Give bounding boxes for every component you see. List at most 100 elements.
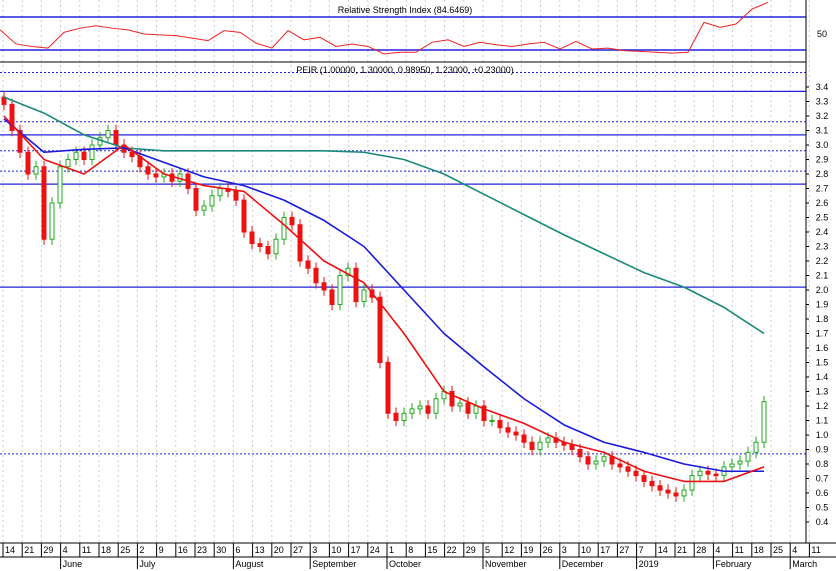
candle-down xyxy=(145,166,151,175)
y-tick-label: 2.4 xyxy=(816,227,829,237)
month-label: July xyxy=(139,559,156,569)
candle-up xyxy=(201,205,207,211)
x-tick-label: 24 xyxy=(370,545,380,555)
price-panel xyxy=(0,72,806,502)
x-tick-label: 25 xyxy=(773,545,783,555)
candle-up xyxy=(361,289,367,303)
candle-down xyxy=(249,231,255,245)
y-tick-label: 1.5 xyxy=(816,358,829,368)
y-tick-label: 1.6 xyxy=(816,343,829,353)
x-tick-label: 29 xyxy=(43,545,53,555)
candle-up xyxy=(753,441,759,453)
candle-down xyxy=(585,456,591,465)
candle-up xyxy=(745,451,751,462)
month-label: September xyxy=(312,559,356,569)
candle-up xyxy=(729,463,735,468)
stock-chart: 14 21 29 4 11 18 25 2 9 16 23 30 6 13 20 27 3 10 17 24 1 8 15 2… xyxy=(0,0,836,571)
candle-up xyxy=(217,188,223,197)
candle-up xyxy=(433,398,439,414)
y-tick-label: 1.9 xyxy=(816,300,829,310)
candle-down xyxy=(129,151,135,158)
y-tick-label: 3.2 xyxy=(816,111,829,121)
month-label: March xyxy=(792,559,817,569)
y-tick-label: 1.4 xyxy=(816,372,829,382)
candle-down xyxy=(321,282,327,291)
y-tick-label: 0.6 xyxy=(816,488,829,498)
x-tick-label: 4 xyxy=(715,545,720,555)
candle-down xyxy=(377,296,383,363)
y-tick-label: 0.7 xyxy=(816,474,829,484)
x-tick-label: 3 xyxy=(562,545,567,555)
x-tick-label: 2 xyxy=(139,545,144,555)
month-label: June xyxy=(63,559,83,569)
month-label: December xyxy=(562,559,604,569)
candle-up xyxy=(73,151,79,160)
x-tick-label: 11 xyxy=(82,545,91,555)
x-tick-label: 15 xyxy=(427,545,437,555)
x-tick-label: 4 xyxy=(63,545,68,555)
candle-down xyxy=(657,485,663,491)
x-tick-label: 8 xyxy=(408,545,413,555)
x-tick-label: 21 xyxy=(24,545,34,555)
x-tick-label: 19 xyxy=(523,545,533,555)
candle-down xyxy=(465,402,471,414)
x-tick-label: 28 xyxy=(696,545,706,555)
x-tick-label: 20 xyxy=(274,545,284,555)
month-label: November xyxy=(485,559,527,569)
candle-down xyxy=(41,166,47,240)
candle-down xyxy=(393,412,399,421)
candle-down xyxy=(289,217,295,226)
x-tick-label: 14 xyxy=(5,545,15,555)
x-tick-label: 3 xyxy=(312,545,317,555)
candle-down xyxy=(529,441,535,450)
candle-up xyxy=(417,405,423,410)
x-tick-label: 25 xyxy=(120,545,130,555)
y-tick-label: 1.0 xyxy=(816,430,829,440)
candle-up xyxy=(281,217,287,240)
rsi-axis-label: 50 xyxy=(817,29,827,39)
month-label: October xyxy=(389,559,421,569)
y-tick-label: 1.8 xyxy=(816,314,829,324)
candle-down xyxy=(353,267,359,303)
y-tick-label: 0.5 xyxy=(816,503,829,513)
x-tick-label: 17 xyxy=(351,545,361,555)
x-tick-label: 1 xyxy=(389,545,394,555)
candle-down xyxy=(713,473,719,477)
x-tick-label: 26 xyxy=(543,545,553,555)
x-tick-label: 5 xyxy=(485,545,490,555)
candle-up xyxy=(697,470,703,477)
candle-down xyxy=(25,151,31,175)
candle-up xyxy=(593,460,599,465)
candle-down xyxy=(153,173,159,178)
y-tick-label: 3.1 xyxy=(816,126,829,136)
candle-down xyxy=(641,475,647,482)
candle-down xyxy=(569,444,575,450)
candle-down xyxy=(193,188,199,211)
y-tick-label: 2.5 xyxy=(816,213,829,223)
y-tick-label: 2.6 xyxy=(816,198,829,208)
candle-down xyxy=(505,427,511,433)
chart-title: PEIR (1.00000, 1.30000, 0.98950, 1.23000… xyxy=(296,65,513,75)
chart-svg: 14 21 29 4 11 18 25 2 9 16 23 30 6 13 20 27 3 10 17 24 1 8 15 2… xyxy=(0,0,836,569)
x-tick-label: 17 xyxy=(600,545,610,555)
candle-down xyxy=(241,199,247,233)
candle-down xyxy=(265,246,271,255)
x-tick-label: 13 xyxy=(255,545,265,555)
y-tick-label: 2.3 xyxy=(816,242,829,252)
candle-down xyxy=(305,260,311,269)
candle-up xyxy=(537,441,543,450)
y-tick-label: 2.0 xyxy=(816,285,829,295)
axes: 14 21 29 4 11 18 25 2 9 16 23 30 6 13 20 27 3 10 17 24 1 8 15 2… xyxy=(0,0,836,569)
candle-up xyxy=(337,275,343,305)
x-tick-label: 22 xyxy=(447,545,457,555)
x-tick-label: 7 xyxy=(639,545,644,555)
candle-down xyxy=(577,449,583,458)
candle-up xyxy=(49,202,55,240)
x-tick-label: 30 xyxy=(216,545,226,555)
x-tick-label: 11 xyxy=(735,545,744,555)
candle-down xyxy=(297,224,303,262)
x-tick-label: 10 xyxy=(331,545,341,555)
candle-up xyxy=(457,402,463,407)
x-tick-label: 21 xyxy=(677,545,687,555)
candle-down xyxy=(497,420,503,429)
